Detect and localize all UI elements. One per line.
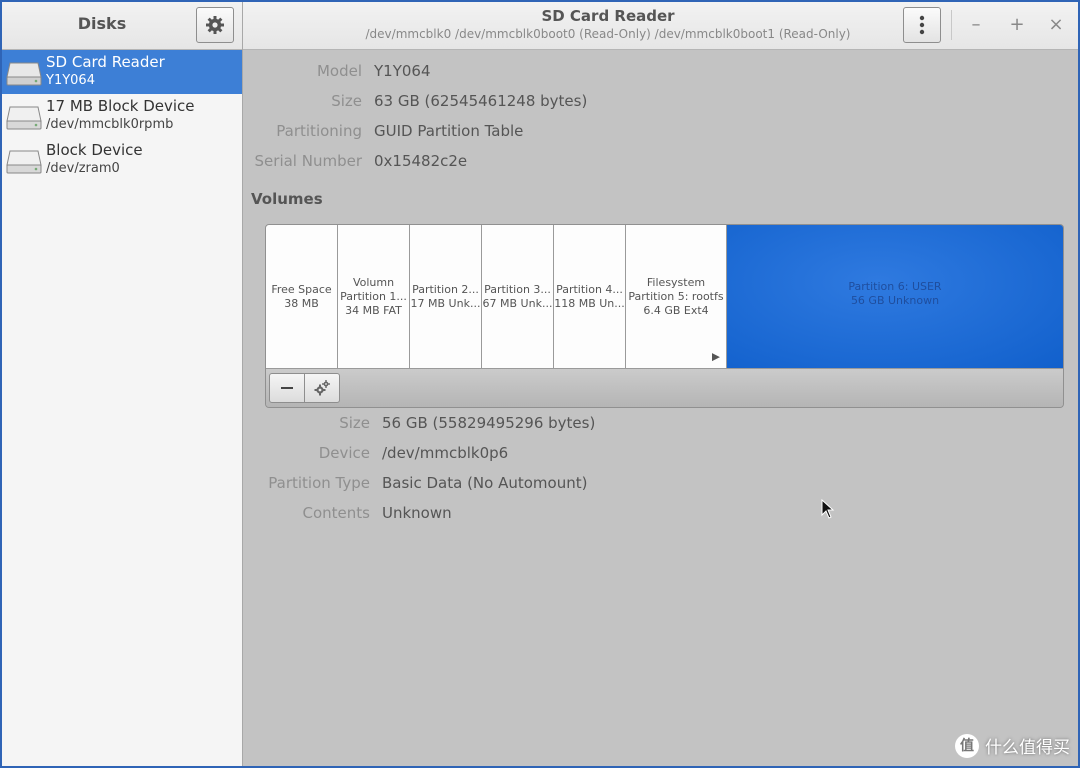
partition-line3: 67 MB Unk... — [482, 296, 553, 310]
partition-line2: Partition 3... — [484, 282, 551, 296]
drive-menu-button[interactable] — [903, 7, 941, 43]
partitioning-value: GUID Partition Table — [374, 122, 524, 140]
sidebar: Disks SD Card Reader Y1Y064 17 MB Block … — [2, 2, 243, 766]
partition-options-button[interactable] — [304, 373, 340, 403]
maximize-button[interactable]: + — [1004, 12, 1030, 38]
partition-6-user[interactable]: Partition 6: USER 56 GB Unknown — [727, 225, 1063, 368]
partition-line3: 6.4 GB Ext4 — [643, 303, 709, 317]
gear-icon — [206, 16, 224, 34]
partition-line1: Filesystem — [646, 275, 706, 289]
model-label: Model — [316, 62, 362, 80]
partition-line2: Partition 6: USER — [848, 280, 942, 293]
delete-partition-button[interactable] — [269, 373, 305, 403]
model-row: Model — [2, 62, 362, 82]
partition-type-value: Basic Data (No Automount) — [382, 474, 588, 492]
header-bar: SD Card Reader /dev/mmcblk0 /dev/mmcblk0… — [243, 2, 1078, 50]
contents-label: Contents — [302, 504, 370, 522]
minimize-icon: – — [971, 14, 981, 35]
serial-label: Serial Number — [254, 152, 362, 170]
partition-line2: Partition 2... — [412, 282, 479, 296]
partition-strip: Free Space 38 MB Volumn Partition 1... 3… — [266, 225, 1063, 368]
watermark-text: 什么值得买 — [985, 738, 1070, 758]
partition-3[interactable]: Partition 3... 67 MB Unk... — [482, 225, 554, 368]
partition-size-value: 56 GB (55829495296 bytes) — [382, 414, 596, 432]
partition-line2: Partition 5: rootfs — [628, 289, 724, 303]
size-row: Size — [2, 92, 362, 112]
partition-line3: 17 MB Unk... — [410, 296, 481, 310]
partition-line2: Free Space — [271, 282, 332, 296]
volumes-title: Volumes — [251, 190, 323, 208]
sidebar-header: Disks — [2, 2, 242, 50]
size-value: 63 GB (62545461248 bytes) — [374, 92, 588, 110]
partition-1[interactable]: Volumn Partition 1... 34 MB FAT — [338, 225, 410, 368]
serial-value: 0x15482c2e — [374, 152, 468, 170]
device-row: Device — [2, 444, 370, 464]
kebab-menu-icon — [919, 15, 925, 35]
window-subtitle: /dev/mmcblk0 /dev/mmcblk0boot0 (Read-Onl… — [365, 27, 851, 41]
close-icon: × — [1048, 14, 1064, 35]
expand-arrow-icon[interactable]: ▶ — [712, 350, 720, 364]
partition-line3: 56 GB Unknown — [850, 294, 940, 307]
volumes-graph: Free Space 38 MB Volumn Partition 1... 3… — [265, 224, 1064, 408]
gears-icon — [314, 380, 330, 396]
partition-type-label: Partition Type — [268, 474, 370, 492]
contents-row: Contents — [2, 504, 370, 524]
partition-type-row: Partition Type — [2, 474, 370, 494]
minimize-button[interactable]: – — [963, 12, 989, 38]
model-value: Y1Y064 — [374, 62, 431, 80]
device-value: /dev/mmcblk0p6 — [382, 444, 509, 462]
device-label: Device — [318, 444, 370, 462]
maximize-icon: + — [1009, 14, 1025, 35]
watermark-logo-icon: 值 — [955, 733, 979, 758]
partition-line3: 118 MB Un... — [554, 296, 625, 310]
serial-row: Serial Number — [2, 152, 362, 172]
watermark: 值 什么值得买 — [955, 733, 1070, 758]
partition-size-row: Size — [2, 414, 370, 434]
partition-line2: Partition 4... — [556, 282, 623, 296]
partition-line2: Partition 1... — [340, 289, 407, 303]
close-button[interactable]: × — [1043, 12, 1069, 38]
settings-button[interactable] — [196, 7, 234, 43]
partition-size-label: Size — [339, 414, 370, 432]
partition-5-rootfs[interactable]: Filesystem Partition 5: rootfs 6.4 GB Ex… — [626, 225, 727, 368]
disks-window: Disks SD Card Reader Y1Y064 17 MB Block … — [2, 2, 1078, 766]
partitioning-label: Partitioning — [276, 122, 362, 140]
partition-4[interactable]: Partition 4... 118 MB Un... — [554, 225, 626, 368]
partition-2[interactable]: Partition 2... 17 MB Unk... — [410, 225, 482, 368]
mouse-cursor-icon — [821, 499, 835, 519]
volume-toolbar — [266, 368, 1063, 407]
minus-icon — [281, 387, 293, 389]
partitioning-row: Partitioning — [2, 122, 362, 142]
size-label: Size — [331, 92, 362, 110]
partition-line1: Volumn — [352, 275, 395, 289]
header-separator — [951, 10, 952, 40]
partition-free-space[interactable]: Free Space 38 MB — [266, 225, 338, 368]
contents-value: Unknown — [382, 504, 452, 522]
window-title: SD Card Reader — [541, 7, 675, 25]
partition-line3: 34 MB FAT — [345, 303, 402, 317]
partition-line3: 38 MB — [284, 296, 319, 310]
